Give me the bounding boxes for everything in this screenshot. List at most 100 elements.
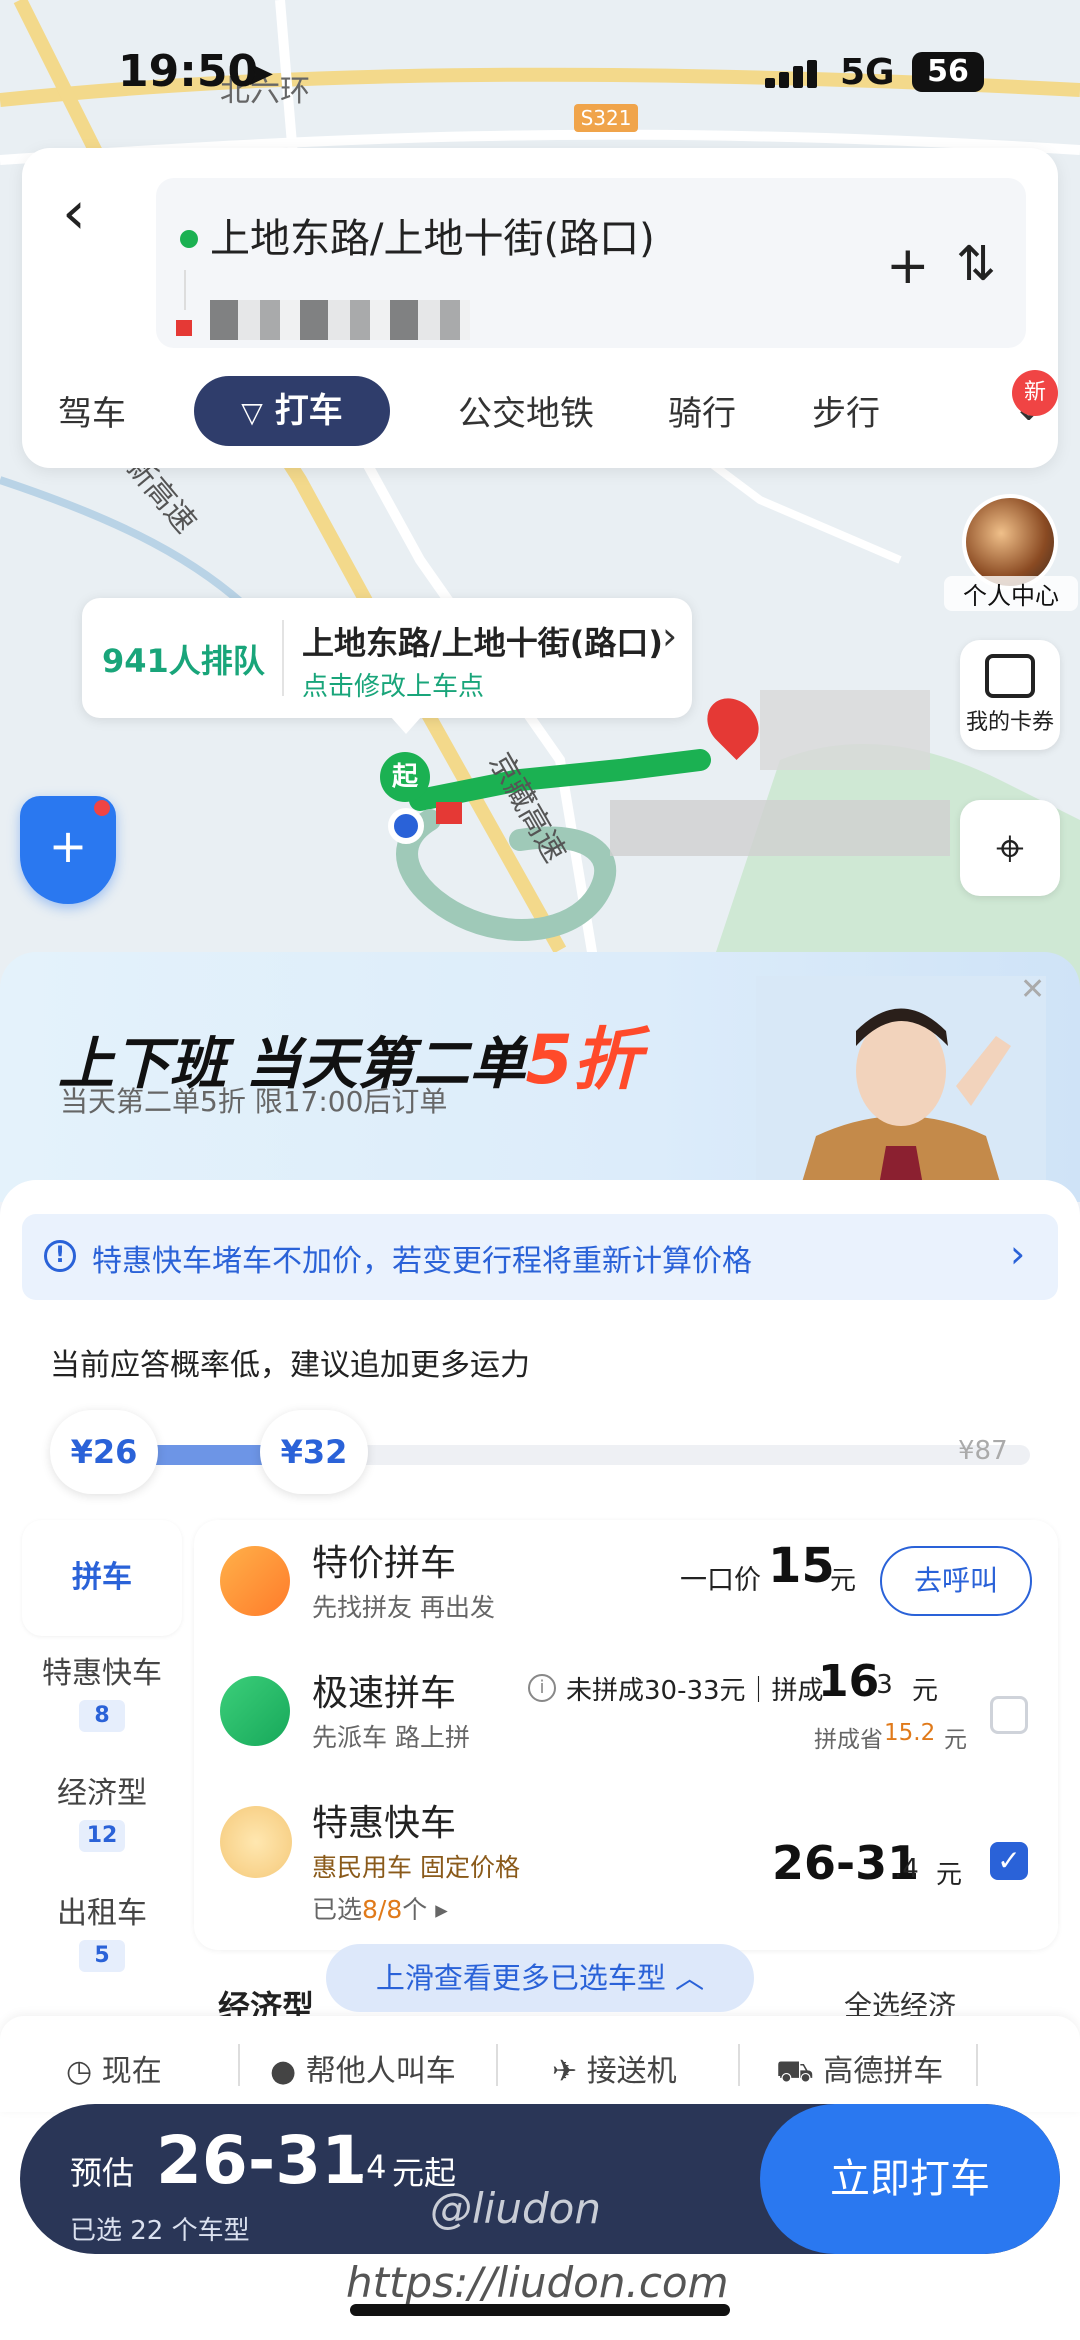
start-marker[interactable]: 起: [380, 752, 430, 802]
tab-walk[interactable]: 步行: [812, 386, 880, 435]
category-carpool[interactable]: 拼车: [22, 1520, 182, 1636]
promo-banner[interactable]: 上下班 当天第二单5折 当天第二单5折 限17:00后订单 ✕: [0, 952, 1080, 1202]
save-value: 15.2: [884, 1720, 936, 1746]
category-economy[interactable]: 经济型 12: [22, 1768, 182, 1852]
route-connector: [184, 270, 186, 310]
locate-button[interactable]: ⌖: [960, 800, 1060, 896]
destination-dot-icon: [176, 320, 192, 336]
price-notice-text: 特惠快车堵车不加价，若变更行程将重新计算价格: [92, 1244, 752, 1279]
coupon-label: 我的卡券: [965, 710, 1054, 735]
list-item[interactable]: 极速拼车 先派车 路上拼 i 未拼成30-33元｜拼成 16 .3 元 拼成省 …: [194, 1656, 1058, 1784]
tab-bike[interactable]: 骑行: [668, 386, 736, 435]
promo-subtitle: 当天第二单5折 限17:00后订单: [60, 1085, 448, 1118]
clock-icon: ◷: [66, 2054, 93, 2089]
tab-taxi-label: 打车: [274, 391, 343, 431]
estimate-value: 26-31: [156, 2122, 368, 2199]
ride-price: 15: [768, 1538, 835, 1594]
route-inputs: 上地东路/上地十街(路口) + ⇅: [156, 178, 1026, 348]
category-taxi[interactable]: 出租车 5: [22, 1888, 182, 1972]
option-airport-label: 接送机: [586, 2054, 677, 2089]
selected-count[interactable]: 已选8/8个 ▸: [312, 1890, 448, 1926]
change-pickup-hint[interactable]: 点击修改上车点: [302, 666, 484, 703]
divider: [738, 2044, 740, 2086]
divider: [976, 2044, 978, 2086]
selected-types-count[interactable]: 已选 22 个车型: [70, 2210, 250, 2247]
selected-value: 8/8: [362, 1895, 403, 1924]
category-taxi-count: 5: [79, 1940, 125, 1972]
info-icon[interactable]: i: [528, 1674, 556, 1702]
ride-list: 特价拼车 先找拼友 再出发 一口价 15 元 去呼叫 极速拼车 先派车 路上拼 …: [194, 1520, 1058, 1950]
pickup-popup[interactable]: 941人排队 上地东路/上地十街(路口) › 点击修改上车点: [82, 598, 692, 718]
list-item[interactable]: 特价拼车 先找拼友 再出发 一口价 15 元 去呼叫: [194, 1526, 1058, 1654]
divider: [238, 2044, 240, 2086]
origin-dot-icon: [180, 230, 198, 248]
option-now[interactable]: ◷ 现在: [66, 2046, 162, 2090]
add-stop-button[interactable]: +: [886, 236, 930, 296]
category-express-count: 8: [79, 1700, 125, 1732]
price-slider[interactable]: ¥26 ¥32 ¥87: [50, 1410, 1030, 1500]
price-notice-bar[interactable]: ! 特惠快车堵车不加价，若变更行程将重新计算价格 ›: [22, 1214, 1058, 1300]
selected-checkbox[interactable]: ✓: [990, 1842, 1028, 1880]
popup-pointer: [390, 716, 422, 734]
ride-subtitle: 惠民用车 固定价格: [312, 1853, 520, 1882]
call-button[interactable]: 去呼叫: [880, 1546, 1032, 1616]
ride-name: 特价拼车: [312, 1543, 457, 1584]
home-indicator[interactable]: [350, 2304, 730, 2316]
slider-min-handle[interactable]: ¥26: [50, 1410, 158, 1494]
ride-name: 极速拼车: [312, 1673, 457, 1714]
list-item[interactable]: 特惠快车 惠民用车 固定价格 已选8/8个 ▸ 26-31 .4 元 ✓: [194, 1786, 1058, 1926]
coupon-button[interactable]: 我的卡券: [960, 640, 1060, 750]
scroll-hint[interactable]: 上滑查看更多已选车型 ︿: [326, 1944, 754, 2012]
chevron-right-icon: ›: [1010, 1232, 1026, 1276]
call-taxi-button[interactable]: 立即打车: [760, 2104, 1060, 2254]
locate-icon: ⌖: [995, 819, 1025, 877]
express-coin-icon: [220, 1806, 292, 1878]
ride-name: 特惠快车: [312, 1803, 457, 1844]
selected-prefix: 已选: [312, 1895, 363, 1924]
tab-taxi[interactable]: ▽ 打车: [194, 376, 390, 446]
ride-options-row: ◷ 现在 ● 帮他人叫车 ✈ 接送机 ⛟ 高德拼车: [0, 2016, 1080, 2112]
safety-alert-dot: [94, 800, 110, 816]
ride-subtitle: 先找拼友 再出发: [312, 1593, 495, 1622]
watermark-url: https://liudon.com: [346, 2258, 729, 2307]
option-now-label: 现在: [101, 2054, 162, 2089]
tab-transit[interactable]: 公交地铁: [458, 386, 594, 435]
taxi-logo-icon: ▽: [241, 396, 263, 429]
network-label: 5G: [840, 52, 895, 93]
back-button[interactable]: ‹: [62, 178, 86, 248]
select-checkbox[interactable]: [990, 1696, 1028, 1734]
category-economy-count: 12: [79, 1820, 125, 1852]
origin-field[interactable]: 上地东路/上地十街(路口): [210, 206, 655, 264]
info-icon: !: [44, 1240, 76, 1272]
category-taxi-label: 出租车: [57, 1896, 147, 1931]
scroll-hint-text: 上滑查看更多已选车型: [375, 1961, 666, 1995]
save-unit: 元: [944, 1727, 967, 1753]
ride-subtitle: 先派车 路上拼: [312, 1723, 470, 1752]
estimate-decimal: .4: [356, 2148, 387, 2186]
destination-field[interactable]: [210, 300, 470, 340]
route-card: ‹ 上地东路/上地十街(路口) + ⇅ 驾车 ▽ 打车 公交地铁 骑行 步行 ⌄…: [22, 148, 1058, 468]
plane-icon: ✈: [552, 2054, 578, 2089]
promo-title-highlight: 5折: [525, 1021, 641, 1100]
carpool-icon: [220, 1546, 290, 1616]
selected-suffix: 个: [402, 1895, 428, 1924]
price-prefix: 一口价: [680, 1565, 761, 1596]
fast-carpool-icon: [220, 1676, 290, 1746]
location-arrow-icon: ➤: [246, 54, 275, 94]
category-economy-label: 经济型: [57, 1776, 147, 1811]
tab-drive[interactable]: 驾车: [58, 386, 126, 435]
profile-center-label[interactable]: 个人中心: [944, 576, 1078, 611]
promo-spokesperson-image: [756, 976, 1046, 1202]
option-airport[interactable]: ✈ 接送机: [552, 2046, 677, 2090]
pickup-address: 上地东路/上地十街(路口): [302, 624, 663, 662]
person-icon: ●: [270, 2054, 297, 2089]
option-amap-carpool[interactable]: ⛟ 高德拼车: [776, 2046, 943, 2093]
signal-icon: [765, 60, 825, 88]
promo-close-button[interactable]: ✕: [1020, 972, 1045, 1007]
swap-route-button[interactable]: ⇅: [956, 236, 996, 292]
category-express[interactable]: 特惠快车 8: [22, 1648, 182, 1732]
option-for-others[interactable]: ● 帮他人叫车: [270, 2046, 456, 2090]
chevron-right-icon: ›: [662, 614, 678, 658]
car-icon: ⛟: [776, 2054, 814, 2089]
slider-mid-handle[interactable]: ¥32: [260, 1410, 368, 1494]
